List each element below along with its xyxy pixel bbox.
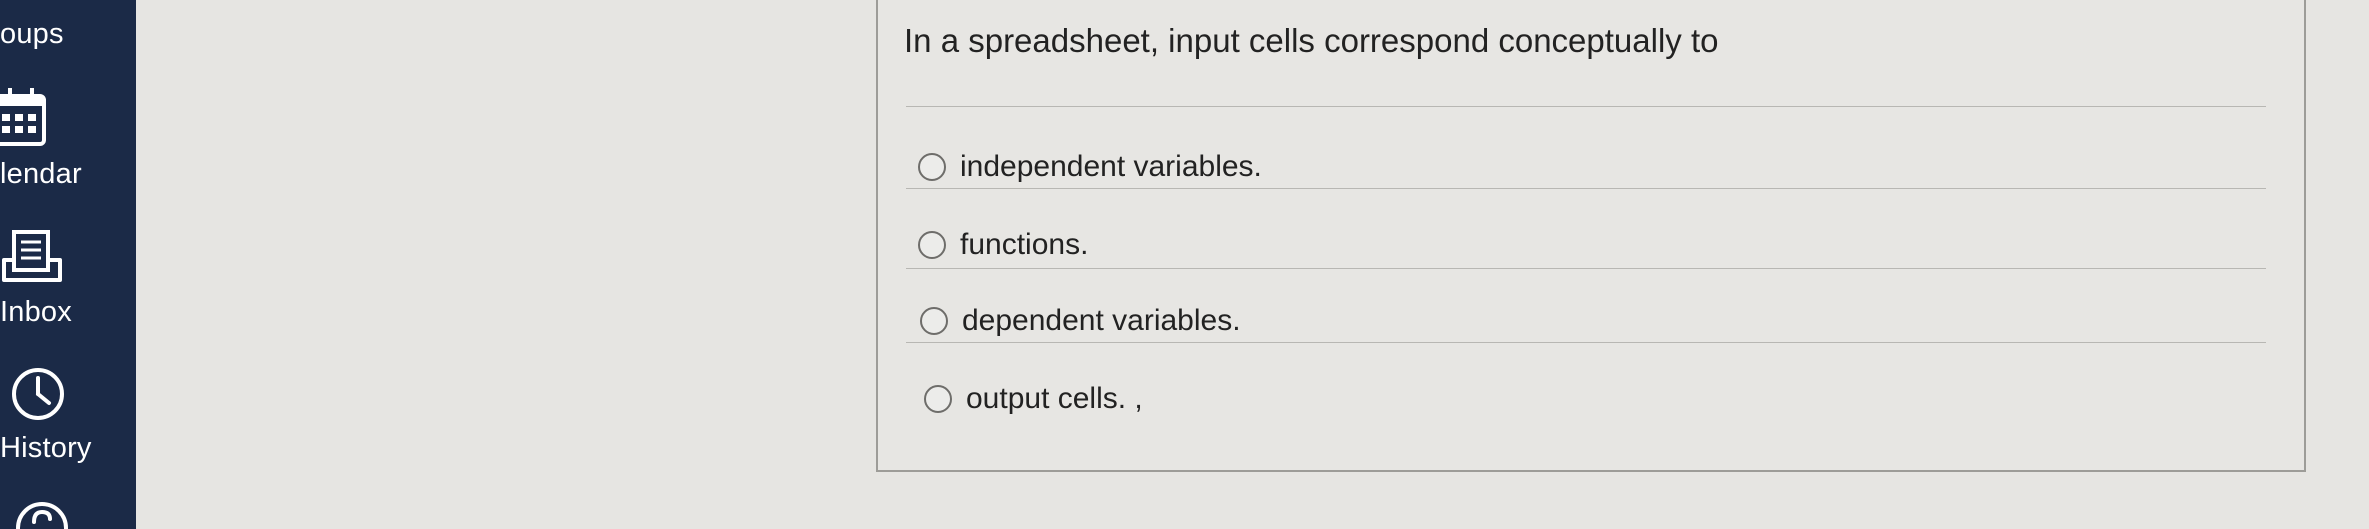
inbox-icon[interactable]: [2, 228, 62, 284]
nav-groups-label[interactable]: oups: [0, 18, 64, 51]
radio-button[interactable]: [920, 307, 948, 335]
radio-button[interactable]: [924, 385, 952, 413]
answer-option[interactable]: output cells. ,: [924, 382, 1143, 416]
main-content-area: In a spreadsheet, input cells correspond…: [136, 0, 2369, 529]
nav-history-label[interactable]: History: [0, 432, 92, 465]
help-icon[interactable]: [14, 500, 70, 529]
answer-divider: [906, 188, 2266, 189]
nav-calendar-label[interactable]: lendar: [0, 158, 82, 191]
answer-option[interactable]: dependent variables.: [920, 304, 1241, 338]
question-card: In a spreadsheet, input cells correspond…: [876, 0, 2306, 472]
radio-button[interactable]: [918, 231, 946, 259]
calendar-icon[interactable]: [0, 88, 48, 150]
clock-icon[interactable]: [10, 366, 66, 422]
answer-label[interactable]: output cells. ,: [966, 382, 1143, 416]
answer-option[interactable]: functions.: [918, 228, 1088, 262]
answer-label[interactable]: independent variables.: [960, 150, 1262, 184]
answer-option[interactable]: independent variables.: [918, 150, 1262, 184]
answer-divider: [906, 268, 2266, 269]
answer-label[interactable]: functions.: [960, 228, 1088, 262]
global-nav-sidebar: oups lendar Inbox History: [0, 0, 136, 529]
nav-inbox-label[interactable]: Inbox: [0, 296, 72, 329]
answer-label[interactable]: dependent variables.: [962, 304, 1241, 338]
answer-divider: [906, 342, 2266, 343]
question-text: In a spreadsheet, input cells correspond…: [904, 22, 1719, 59]
question-divider: [906, 106, 2266, 107]
radio-button[interactable]: [918, 153, 946, 181]
